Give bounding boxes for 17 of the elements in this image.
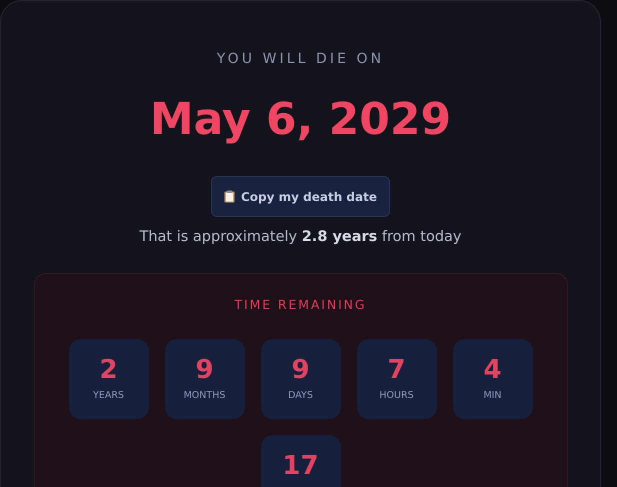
unit-value: 17	[282, 450, 319, 481]
clipboard-icon	[224, 190, 235, 204]
eyebrow-text: YOU WILL DIE ON	[216, 50, 384, 69]
unit-label: DAYS	[288, 388, 313, 403]
summary-text: That is approximately 2.8 years from today	[139, 228, 462, 248]
countdown-title: TIME REMAINING	[234, 296, 366, 314]
unit-value: 2	[99, 354, 118, 385]
unit-label: YEARS	[93, 388, 124, 403]
unit-label: MONTHS	[184, 388, 226, 403]
unit-label: HOURS	[379, 388, 414, 403]
death-date: May 6, 2029	[150, 93, 452, 147]
unit-value: 9	[291, 354, 310, 385]
unit-value: 9	[195, 354, 214, 385]
copy-button[interactable]: Copy my death date	[211, 176, 390, 218]
unit-value: 4	[483, 354, 502, 385]
unit-value: 7	[387, 354, 406, 385]
unit-label: MIN	[483, 388, 502, 403]
